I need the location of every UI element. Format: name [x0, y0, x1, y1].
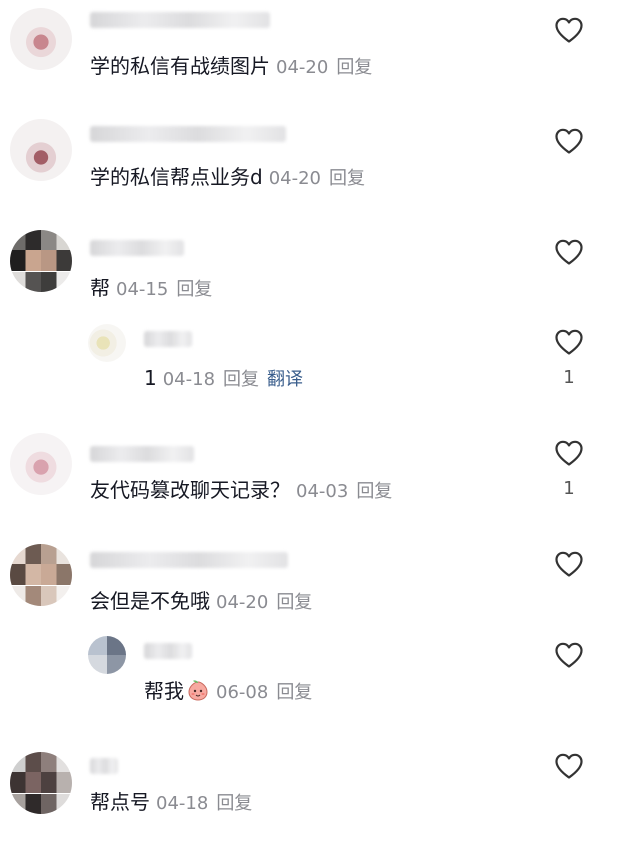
comment-date: 04-20 [268, 168, 322, 189]
heart-icon[interactable] [554, 641, 584, 669]
reply-button[interactable]: 回复 [336, 57, 372, 78]
comment-line: 学的私信有战绩图片 04-20 回复 [90, 52, 372, 82]
translate-button[interactable]: 翻译 [267, 369, 303, 390]
user-avatar[interactable] [10, 752, 72, 814]
comment-date: 04-20 [276, 57, 329, 78]
username-blurred[interactable] [90, 446, 194, 462]
username-blurred[interactable] [144, 643, 192, 659]
reply-button[interactable]: 回复 [223, 369, 259, 390]
comment-text: 会但是不免哦 [90, 589, 210, 613]
reply-button[interactable]: 回复 [329, 168, 365, 189]
like-count: 1 [563, 367, 575, 388]
like-count: 1 [563, 478, 575, 499]
comment-line: 学的私信帮点业务d 04-20 回复 [90, 163, 365, 193]
peach-face-emoji-icon [186, 679, 210, 703]
comment-date: 04-18 [162, 369, 216, 390]
reply-button[interactable]: 回复 [356, 481, 392, 502]
reply-button[interactable]: 回复 [276, 682, 312, 703]
comment-line: 1 04-18 回复 翻译 [144, 364, 303, 394]
heart-icon[interactable] [554, 550, 584, 578]
user-avatar[interactable] [88, 324, 126, 362]
comment-line: 友代码篡改聊天记录？ 04-03 回复 [90, 476, 392, 506]
comment-line: 会但是不免哦 04-20 回复 [90, 587, 312, 617]
heart-icon[interactable] [554, 16, 584, 44]
username-blurred[interactable] [90, 12, 270, 28]
username-blurred[interactable] [90, 552, 288, 568]
comment-date: 06-08 [216, 682, 269, 703]
user-avatar[interactable] [10, 8, 72, 70]
comment-text: 友代码篡改聊天记录？ [90, 478, 290, 502]
heart-icon[interactable] [554, 328, 584, 356]
user-avatar[interactable] [10, 433, 72, 495]
username-blurred[interactable] [90, 126, 286, 142]
user-avatar[interactable] [10, 544, 72, 606]
user-avatar[interactable] [88, 636, 126, 674]
user-avatar[interactable] [10, 119, 72, 181]
comment-date: 04-20 [216, 592, 269, 613]
username-blurred[interactable] [90, 758, 118, 774]
heart-icon[interactable] [554, 752, 584, 780]
reply-button[interactable]: 回复 [276, 592, 312, 613]
username-blurred[interactable] [90, 240, 184, 256]
comment-text: 帮我 [144, 679, 184, 703]
comment-date: 04-15 [116, 279, 169, 300]
comment-line: 帮点号 04-18 回复 [90, 788, 252, 818]
heart-icon[interactable] [554, 238, 584, 266]
heart-icon[interactable] [554, 439, 584, 467]
comment-date: 04-18 [156, 793, 209, 814]
user-avatar[interactable] [10, 230, 72, 292]
comment-text: 帮 [90, 276, 110, 300]
reply-button[interactable]: 回复 [176, 279, 212, 300]
comment-text: 帮点号 [90, 790, 150, 814]
comment-text: 学的私信帮点业务d [90, 165, 263, 189]
comment-text: 1 [144, 366, 157, 390]
comment-line: 帮我 06-08 回复 [144, 677, 312, 707]
comment-date: 04-03 [296, 481, 349, 502]
heart-icon[interactable] [554, 127, 584, 155]
reply-button[interactable]: 回复 [216, 793, 252, 814]
comment-line: 帮 04-15 回复 [90, 274, 212, 304]
username-blurred[interactable] [144, 331, 192, 347]
comment-text: 学的私信有战绩图片 [90, 54, 270, 78]
